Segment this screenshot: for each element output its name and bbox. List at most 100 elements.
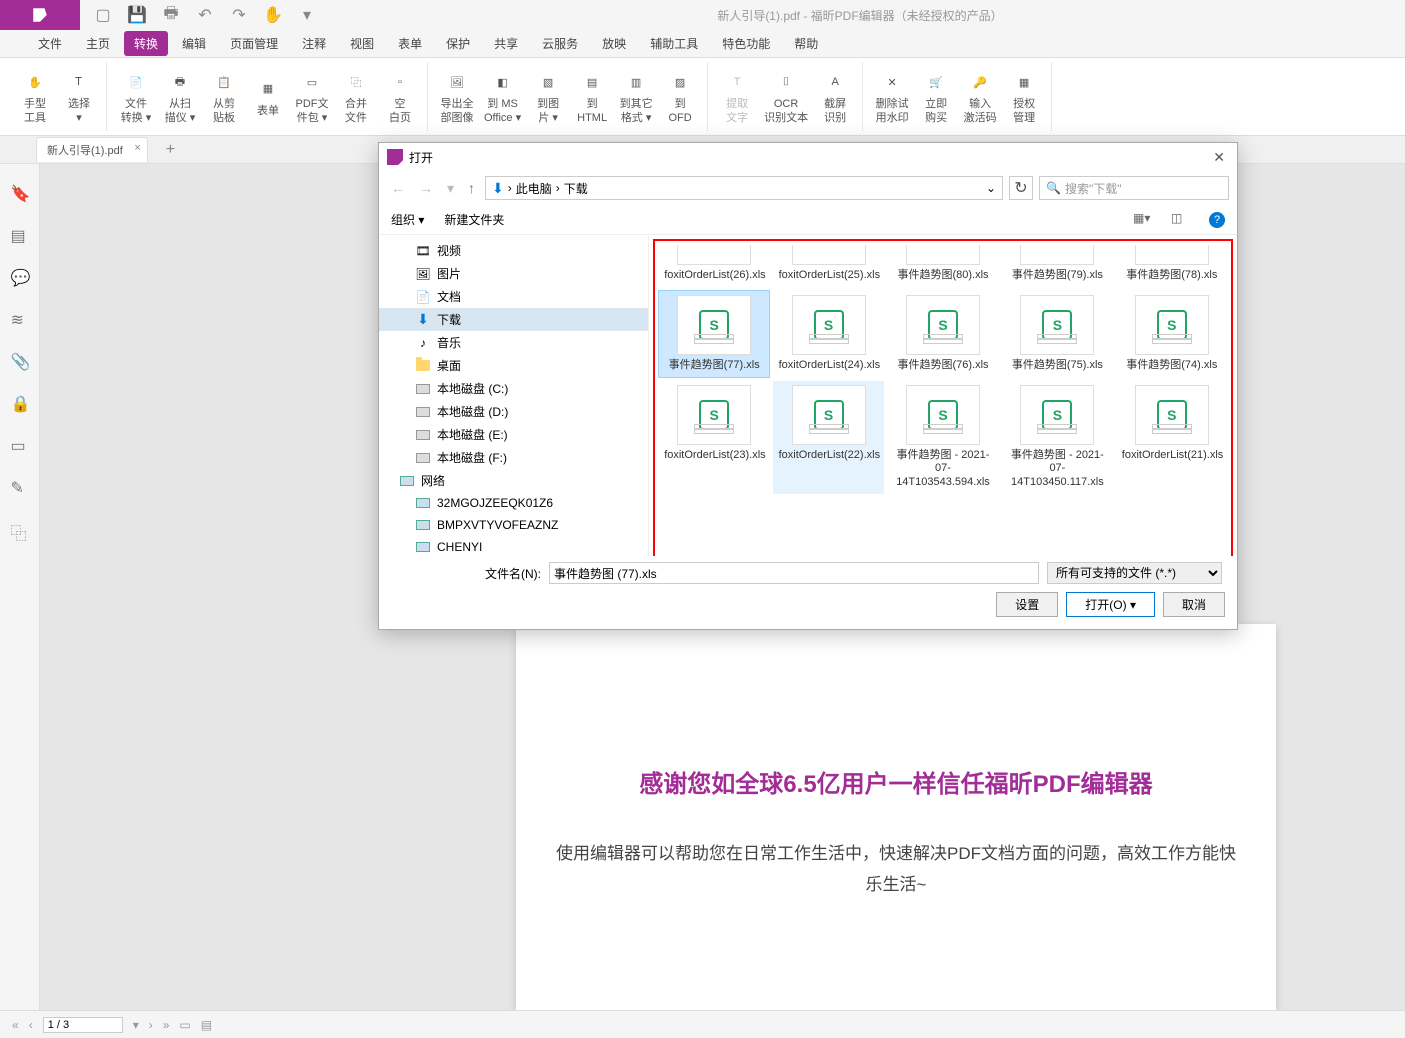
file-item[interactable]: 事件趋势图(80).xls xyxy=(888,241,998,287)
print-icon[interactable]: 🖶 xyxy=(163,7,179,23)
back-icon[interactable]: ← xyxy=(387,180,409,196)
menu-编辑[interactable]: 编辑 xyxy=(172,31,216,56)
page-dropdown-icon[interactable]: ▾ xyxy=(133,1018,139,1032)
filename-input[interactable] xyxy=(549,562,1039,584)
file-item[interactable]: SfoxitOrderList(24).xls xyxy=(773,291,883,377)
menu-文件[interactable]: 文件 xyxy=(28,31,72,56)
more-icon[interactable]: ▾ xyxy=(299,7,315,23)
dropdown-icon[interactable]: ⌄ xyxy=(986,181,996,195)
cancel-button[interactable]: 取消 xyxy=(1163,592,1225,617)
menu-注释[interactable]: 注释 xyxy=(292,31,336,56)
menu-转换[interactable]: 转换 xyxy=(124,31,168,56)
ribbon-button[interactable]: ▫空 白页 xyxy=(379,62,421,131)
file-item[interactable]: S事件趋势图(77).xls xyxy=(659,291,769,377)
document-tab[interactable]: 新人引导(1).pdf × xyxy=(36,137,148,162)
menu-云服务[interactable]: 云服务 xyxy=(532,31,588,56)
open-button[interactable]: 打开(O) ▾ xyxy=(1066,592,1155,617)
ribbon-button[interactable]: ▧到图 片 ▾ xyxy=(527,62,569,131)
comment-icon[interactable]: 💬 xyxy=(11,268,29,286)
pages-icon[interactable]: ▤ xyxy=(11,226,29,244)
tree-item-网络[interactable]: 网络 xyxy=(379,469,648,492)
file-item[interactable]: SfoxitOrderList(23).xls xyxy=(659,381,769,494)
file-item[interactable]: foxitOrderList(26).xls xyxy=(659,241,769,287)
form-icon[interactable]: ▭ xyxy=(11,436,29,454)
view-icon[interactable]: ▭ xyxy=(179,1018,190,1032)
help-icon[interactable]: ? xyxy=(1209,212,1225,228)
file-item[interactable]: S事件趋势图 - 2021-07-14T103450.117.xls xyxy=(1002,381,1112,494)
file-item[interactable]: 事件趋势图(78).xls xyxy=(1117,241,1227,287)
file-item[interactable]: S事件趋势图 - 2021-07-14T103543.594.xls xyxy=(888,381,998,494)
file-item[interactable]: SfoxitOrderList(22).xls xyxy=(773,381,883,494)
ribbon-button[interactable]: ▨到 OFD xyxy=(659,62,701,131)
ribbon-button[interactable]: ✕删除试 用水印 xyxy=(871,62,913,131)
ribbon-button[interactable]: ◧到 MS Office ▾ xyxy=(480,62,525,131)
file-item[interactable]: 事件趋势图(79).xls xyxy=(1002,241,1112,287)
tree-item-本地磁盘 (C:)[interactable]: 本地磁盘 (C:) xyxy=(379,377,648,400)
tree-item-桌面[interactable]: 桌面 xyxy=(379,354,648,377)
file-filter-select[interactable]: 所有可支持的文件 (*.*) xyxy=(1047,562,1222,584)
signature-icon[interactable]: ✎ xyxy=(11,478,29,496)
ribbon-button[interactable]: 🖼导出全 部图像 xyxy=(436,62,478,131)
search-input[interactable]: 🔍 搜索"下载" xyxy=(1039,176,1229,200)
tree-item-图片[interactable]: 🖼图片 xyxy=(379,262,648,285)
menu-辅助工具[interactable]: 辅助工具 xyxy=(640,31,708,56)
tree-item-CHENYI[interactable]: CHENYI xyxy=(379,536,648,556)
up-icon[interactable]: ↑ xyxy=(464,180,479,196)
add-tab-button[interactable]: + xyxy=(166,141,175,159)
breadcrumb-1[interactable]: 下载 xyxy=(564,180,588,197)
menu-特色功能[interactable]: 特色功能 xyxy=(712,31,780,56)
ribbon-button[interactable]: ⌷OCR 识别文本 xyxy=(760,62,812,131)
close-icon[interactable]: ✕ xyxy=(1209,149,1229,166)
hand-icon[interactable]: ✋ xyxy=(265,7,281,23)
ribbon-button[interactable]: ▭PDF文 件包 ▾ xyxy=(291,62,333,131)
ribbon-button[interactable]: ▦表单 xyxy=(247,62,289,131)
menu-视图[interactable]: 视图 xyxy=(340,31,384,56)
ribbon-button[interactable]: A截屏 识别 xyxy=(814,62,856,131)
menu-主页[interactable]: 主页 xyxy=(76,31,120,56)
file-item[interactable]: foxitOrderList(25).xls xyxy=(773,241,883,287)
file-item[interactable]: SfoxitOrderList(21).xls xyxy=(1117,381,1227,494)
menu-共享[interactable]: 共享 xyxy=(484,31,528,56)
menu-表单[interactable]: 表单 xyxy=(388,31,432,56)
settings-button[interactable]: 设置 xyxy=(996,592,1058,617)
save-icon[interactable]: 💾 xyxy=(129,7,145,23)
close-icon[interactable]: × xyxy=(134,142,140,154)
last-page-icon[interactable]: » xyxy=(163,1018,170,1032)
security-icon[interactable]: 🔒 xyxy=(11,394,29,412)
tree-item-本地磁盘 (E:)[interactable]: 本地磁盘 (E:) xyxy=(379,423,648,446)
menu-帮助[interactable]: 帮助 xyxy=(784,31,828,56)
attachment-icon[interactable]: 📎 xyxy=(11,352,29,370)
tree-item-文档[interactable]: 📄文档 xyxy=(379,285,648,308)
ribbon-button[interactable]: ▦授权 管理 xyxy=(1003,62,1045,131)
ribbon-button[interactable]: 📋从剪 贴板 xyxy=(203,62,245,131)
menu-保护[interactable]: 保护 xyxy=(436,31,480,56)
next-page-icon[interactable]: › xyxy=(149,1018,153,1032)
menu-放映[interactable]: 放映 xyxy=(592,31,636,56)
tree-item-本地磁盘 (D:)[interactable]: 本地磁盘 (D:) xyxy=(379,400,648,423)
breadcrumb-0[interactable]: 此电脑 xyxy=(516,180,552,197)
ribbon-button[interactable]: T提取 文字 xyxy=(716,62,758,131)
ribbon-button[interactable]: 🖶从扫 描仪 ▾ xyxy=(159,62,201,131)
ribbon-button[interactable]: ▤到 HTML xyxy=(571,62,613,131)
menu-页面管理[interactable]: 页面管理 xyxy=(220,31,288,56)
tree-item-音乐[interactable]: ♪音乐 xyxy=(379,331,648,354)
ribbon-button[interactable]: 🔑输入 激活码 xyxy=(959,62,1001,131)
layout-icon[interactable]: ▤ xyxy=(201,1018,212,1032)
compare-icon[interactable]: ⿻ xyxy=(11,520,29,538)
breadcrumb-bar[interactable]: ⬇ › 此电脑 › 下载 ⌄ xyxy=(485,176,1003,200)
undo-icon[interactable]: ↶ xyxy=(197,7,213,23)
ribbon-button[interactable]: 📄文件 转换 ▾ xyxy=(115,62,157,131)
ribbon-button[interactable]: 🛒立即 购买 xyxy=(915,62,957,131)
recent-icon[interactable]: ▾ xyxy=(443,180,458,197)
layers-icon[interactable]: ≋ xyxy=(11,310,29,328)
ribbon-button[interactable]: ▥到其它 格式 ▾ xyxy=(615,62,657,131)
preview-pane-icon[interactable]: ◫ xyxy=(1171,211,1189,229)
file-item[interactable]: S事件趋势图(75).xls xyxy=(1002,291,1112,377)
forward-icon[interactable]: → xyxy=(415,180,437,196)
ribbon-button[interactable]: ⿻合并 文件 xyxy=(335,62,377,131)
file-item[interactable]: S事件趋势图(74).xls xyxy=(1117,291,1227,377)
open-icon[interactable]: ▢ xyxy=(95,7,111,23)
tree-item-下载[interactable]: ⬇下载 xyxy=(379,308,648,331)
file-item[interactable]: S事件趋势图(76).xls xyxy=(888,291,998,377)
bookmark-icon[interactable]: 🔖 xyxy=(11,184,29,202)
